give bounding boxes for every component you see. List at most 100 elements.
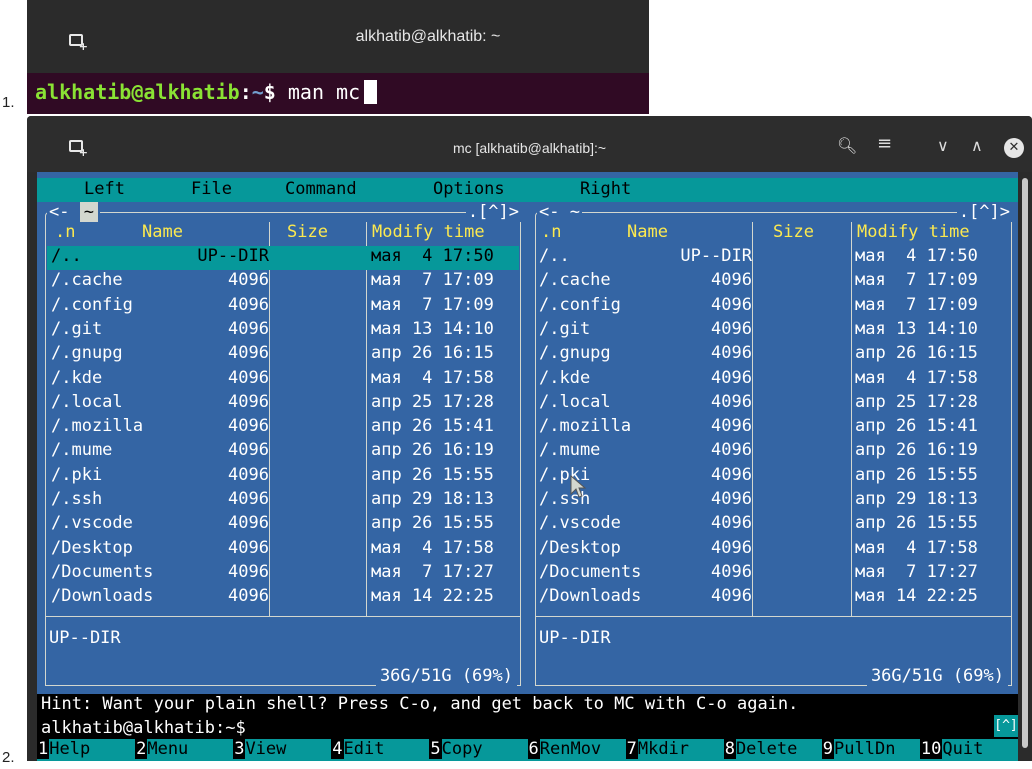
file-row[interactable]: /.ssh 4096 апр 29 18:13	[537, 489, 1010, 513]
file-row[interactable]: /.vscode 4096 апр 26 15:55	[537, 513, 1010, 537]
scrollbar[interactable]	[1018, 172, 1032, 761]
hamburger-menu-icon[interactable]: ≡	[877, 133, 892, 154]
file-row[interactable]: /.config 4096 мая 7 17:09	[537, 295, 1010, 319]
command-text: man mc	[275, 80, 361, 104]
file-row[interactable]: /.gnupg 4096 апр 26 16:15	[47, 343, 519, 367]
fkey-renmov[interactable]: 6RenMov	[527, 739, 601, 761]
file-name: /.git	[539, 318, 591, 339]
file-row[interactable]: /.pki 4096 апр 26 15:55	[537, 465, 1010, 489]
menu-command[interactable]: Command	[285, 179, 357, 199]
file-row[interactable]: /.kde 4096 мая 4 17:58	[47, 368, 519, 392]
fkey-pulldn[interactable]: 9PullDn	[821, 739, 895, 761]
close-icon[interactable]: ✕	[1004, 138, 1024, 158]
file-row[interactable]: /.config 4096 мая 7 17:09	[47, 295, 519, 319]
file-row[interactable]: /.mozilla 4096 апр 26 15:41	[47, 416, 519, 440]
file-size: 4096	[711, 416, 752, 437]
file-size: 4096	[711, 367, 752, 388]
file-modify-time: мая 4 17:50	[371, 246, 494, 266]
file-modify-time: апр 26 16:19	[855, 440, 978, 461]
panel-history[interactable]: .[^]>	[465, 202, 521, 222]
fkey-number: 3	[233, 739, 246, 759]
col-header-name[interactable]: Name	[142, 222, 183, 246]
col-header-time[interactable]: Modify time	[857, 222, 970, 246]
file-row[interactable]: /.kde 4096 мая 4 17:58	[537, 368, 1010, 392]
file-row[interactable]: /.vscode 4096 апр 26 15:55	[47, 513, 519, 537]
panel-path[interactable]: <- ~	[47, 202, 100, 222]
file-row[interactable]: /.cache 4096 мая 7 17:09	[537, 270, 1010, 294]
file-row[interactable]: /.local 4096 апр 25 17:28	[537, 392, 1010, 416]
fkey-edit[interactable]: 4Edit	[331, 739, 385, 761]
menu-options[interactable]: Options	[433, 179, 505, 199]
title-bar: mc [alkhatib@alkhatib]:~ 🔍︎ ≡ ∨ ∧ ✕	[27, 116, 1032, 172]
path-prefix: <-	[49, 202, 70, 222]
file-row[interactable]: /.mume 4096 апр 26 16:19	[537, 440, 1010, 464]
col-header-size[interactable]: Size	[287, 222, 328, 246]
file-row[interactable]: /Downloads 4096 мая 14 22:25	[537, 586, 1010, 610]
fkey-menu[interactable]: 2Menu	[135, 739, 188, 761]
file-modify-time: мая 7 17:09	[371, 294, 494, 315]
menu-file[interactable]: File	[191, 179, 232, 199]
panel-status: UP--DIR	[49, 628, 121, 648]
prompt-line[interactable]: alkhatib@alkhatib:~$ man mc	[35, 80, 378, 104]
file-name: /.config	[51, 294, 133, 315]
status-divider	[535, 616, 1012, 617]
fkey-label: View	[245, 739, 287, 759]
file-size: 4096	[711, 294, 752, 315]
file-row[interactable]: /Downloads 4096 мая 14 22:25	[47, 586, 519, 610]
file-name: /.cache	[539, 270, 611, 291]
file-modify-time: апр 26 15:41	[371, 416, 494, 437]
col-header-n[interactable]: .n	[541, 222, 561, 246]
file-row[interactable]: /.ssh 4096 апр 29 18:13	[47, 489, 519, 513]
file-row[interactable]: /.mozilla 4096 апр 26 15:41	[537, 416, 1010, 440]
file-modify-time: апр 25 17:28	[855, 391, 978, 412]
status-divider	[45, 616, 521, 617]
current-path: ~	[569, 202, 580, 222]
search-icon[interactable]: 🔍︎	[837, 136, 857, 155]
file-row[interactable]: /.gnupg 4096 апр 26 16:15	[537, 343, 1010, 367]
fkey-view[interactable]: 3View	[233, 739, 286, 761]
file-row[interactable]: /.git 4096 мая 13 14:10	[47, 319, 519, 343]
menu-bar: Left File Command Options Right	[37, 178, 1018, 202]
fkey-number: 6	[527, 739, 540, 759]
fkey-number: 10	[919, 739, 943, 759]
panel-path[interactable]: <- ~	[537, 202, 582, 222]
file-size: 4096	[711, 270, 752, 291]
file-size: 4096	[711, 440, 752, 461]
file-size: 4096	[228, 537, 269, 558]
fkey-delete[interactable]: 8Delete	[723, 739, 797, 761]
file-name: /.git	[51, 318, 103, 339]
file-row[interactable]: /Documents 4096 мая 7 17:27	[537, 562, 1010, 586]
fkey-quit[interactable]: 10Quit	[919, 739, 983, 761]
file-row[interactable]: /.cache 4096 мая 7 17:09	[47, 270, 519, 294]
file-row[interactable]: /.local 4096 апр 25 17:28	[47, 392, 519, 416]
file-modify-time: апр 26 15:55	[371, 464, 494, 485]
menu-left[interactable]: Left	[84, 179, 125, 199]
fkey-mkdir[interactable]: 7Mkdir	[625, 739, 689, 761]
scrollbar-thumb[interactable]	[1022, 178, 1028, 748]
panel-history[interactable]: .[^]>	[956, 202, 1012, 222]
maximize-icon[interactable]: ∧	[971, 136, 983, 155]
col-header-n[interactable]: .n	[55, 222, 75, 246]
file-row[interactable]: /.git 4096 мая 13 14:10	[537, 319, 1010, 343]
col-header-size[interactable]: Size	[773, 222, 814, 246]
file-row[interactable]: /.mume 4096 апр 26 16:19	[47, 440, 519, 464]
file-row[interactable]: /.pki 4096 апр 26 15:55	[47, 465, 519, 489]
menu-right[interactable]: Right	[580, 179, 631, 199]
col-header-name[interactable]: Name	[627, 222, 668, 246]
col-header-time[interactable]: Modify time	[372, 222, 485, 246]
file-name: /.mume	[51, 440, 113, 461]
shell-prompt[interactable]: alkhatib@alkhatib:~$	[41, 718, 246, 738]
fkey-help[interactable]: 1Help	[37, 739, 90, 761]
step-number-2: 2.	[2, 749, 15, 766]
file-row[interactable]: /.. UP--DIR мая 4 17:50	[537, 246, 1010, 270]
file-modify-time: мая 7 17:27	[371, 561, 494, 582]
file-row[interactable]: /Documents 4096 мая 7 17:27	[47, 562, 519, 586]
shell-history-button[interactable]: [^]	[994, 715, 1018, 737]
minimize-icon[interactable]: ∨	[937, 136, 949, 155]
file-row[interactable]: /Desktop 4096 мая 4 17:58	[47, 538, 519, 562]
right-panel[interactable]: <- ~ .[^]> .n Name Size Modify time /.. U…	[527, 202, 1018, 694]
fkey-copy[interactable]: 5Copy	[429, 739, 483, 761]
file-row[interactable]: /.. UP--DIR мая 4 17:50	[47, 246, 519, 270]
left-panel[interactable]: <- ~ .[^]> .n Name Size Modify time /.. U…	[37, 202, 527, 694]
file-row[interactable]: /Desktop 4096 мая 4 17:58	[537, 538, 1010, 562]
